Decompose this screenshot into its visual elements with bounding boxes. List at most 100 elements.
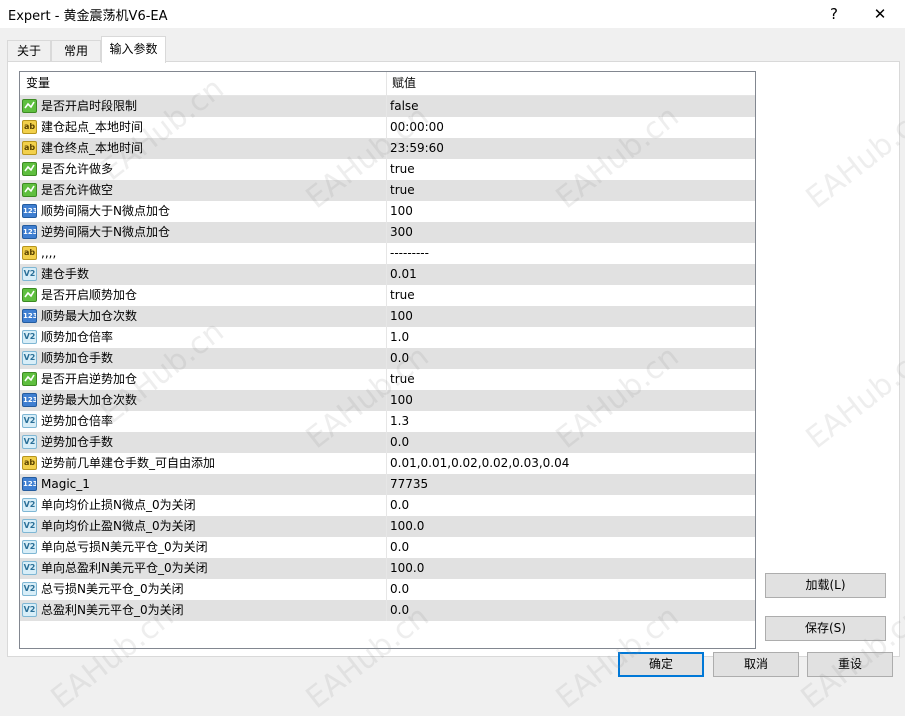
column-separator bbox=[386, 285, 387, 306]
parameter-value[interactable]: 0.0 bbox=[390, 495, 409, 516]
table-row[interactable]: V2 单向均价止盈N微点_0为关闭 100.0 bbox=[20, 516, 755, 537]
table-row[interactable]: 是否开启逆势加仓 true bbox=[20, 369, 755, 390]
table-row[interactable]: V2 逆势加仓倍率 1.3 bbox=[20, 411, 755, 432]
integer-type-icon: 123 bbox=[22, 309, 37, 323]
parameter-name: Magic_1 bbox=[41, 477, 90, 491]
table-row[interactable]: 是否开启顺势加仓 true bbox=[20, 285, 755, 306]
parameter-value[interactable]: 0.0 bbox=[390, 348, 409, 369]
parameter-value[interactable]: true bbox=[390, 369, 415, 390]
parameter-value[interactable]: 0.01 bbox=[390, 264, 417, 285]
column-separator bbox=[386, 180, 387, 201]
table-row[interactable]: ab 逆势前几单建仓手数_可自由添加 0.01,0.01,0.02,0.02,0.0… bbox=[20, 453, 755, 474]
string-type-icon: ab bbox=[22, 141, 37, 155]
parameter-name: 单向总盈利N美元平仓_0为关闭 bbox=[41, 561, 208, 575]
boolean-type-icon bbox=[22, 288, 37, 302]
column-header-variable[interactable]: 变量 bbox=[20, 72, 387, 95]
load-button[interactable]: 加载(L) bbox=[765, 573, 886, 598]
integer-type-icon: 123 bbox=[22, 393, 37, 407]
parameter-value[interactable]: 23:59:60 bbox=[390, 138, 444, 159]
boolean-type-icon bbox=[22, 183, 37, 197]
table-row[interactable]: V2 建仓手数 0.01 bbox=[20, 264, 755, 285]
parameter-value[interactable]: false bbox=[390, 96, 419, 117]
column-separator bbox=[386, 306, 387, 327]
parameter-name: 顺势加仓倍率 bbox=[41, 330, 114, 344]
parameter-value[interactable]: 100.0 bbox=[390, 558, 424, 579]
parameter-value[interactable]: 0.0 bbox=[390, 432, 409, 453]
column-header-value[interactable]: 赋值 bbox=[386, 72, 752, 95]
parameter-value[interactable]: 00:00:00 bbox=[390, 117, 444, 138]
parameter-value[interactable]: true bbox=[390, 180, 415, 201]
column-separator bbox=[386, 390, 387, 411]
tab-strip: 关于 常用 输入参数 bbox=[0, 36, 905, 63]
parameter-name: 建仓终点_本地时间 bbox=[41, 141, 144, 155]
table-row[interactable]: V2 逆势加仓手数 0.0 bbox=[20, 432, 755, 453]
column-separator bbox=[386, 411, 387, 432]
parameter-value[interactable]: 77735 bbox=[390, 474, 428, 495]
table-row[interactable]: V2 顺势加仓倍率 1.0 bbox=[20, 327, 755, 348]
parameter-value[interactable]: 1.0 bbox=[390, 327, 409, 348]
table-row[interactable]: V2 总亏损N美元平仓_0为关闭 0.0 bbox=[20, 579, 755, 600]
cancel-button[interactable]: 取消 bbox=[713, 652, 799, 677]
parameter-name: 总盈利N美元平仓_0为关闭 bbox=[41, 603, 184, 617]
integer-type-icon: 123 bbox=[22, 477, 37, 491]
double-type-icon: V2 bbox=[22, 435, 37, 449]
parameter-name: ,,,, bbox=[41, 246, 57, 260]
table-row[interactable]: 123 Magic_1 77735 bbox=[20, 474, 755, 495]
column-separator bbox=[386, 516, 387, 537]
reset-button[interactable]: 重设 bbox=[807, 652, 893, 677]
table-row[interactable]: V2 顺势加仓手数 0.0 bbox=[20, 348, 755, 369]
table-row[interactable]: ab 建仓起点_本地时间 00:00:00 bbox=[20, 117, 755, 138]
parameter-value[interactable]: true bbox=[390, 285, 415, 306]
column-separator bbox=[386, 222, 387, 243]
save-button[interactable]: 保存(S) bbox=[765, 616, 886, 641]
column-separator bbox=[386, 495, 387, 516]
parameter-name: 总亏损N美元平仓_0为关闭 bbox=[41, 582, 184, 596]
boolean-type-icon bbox=[22, 372, 37, 386]
parameter-value[interactable]: 100.0 bbox=[390, 516, 424, 537]
table-row[interactable]: 123 顺势间隔大于N微点加仓 100 bbox=[20, 201, 755, 222]
parameter-value[interactable]: 0.0 bbox=[390, 537, 409, 558]
column-separator bbox=[386, 537, 387, 558]
table-row[interactable]: 是否开启时段限制 false bbox=[20, 96, 755, 117]
table-row[interactable]: ab 建仓终点_本地时间 23:59:60 bbox=[20, 138, 755, 159]
parameter-name: 顺势加仓手数 bbox=[41, 351, 114, 365]
parameter-value[interactable]: true bbox=[390, 159, 415, 180]
parameter-value[interactable]: 100 bbox=[390, 201, 413, 222]
column-separator bbox=[386, 96, 387, 117]
double-type-icon: V2 bbox=[22, 330, 37, 344]
table-row[interactable]: V2 总盈利N美元平仓_0为关闭 0.0 bbox=[20, 600, 755, 621]
tab-about[interactable]: 关于 bbox=[7, 40, 51, 62]
column-separator bbox=[386, 474, 387, 495]
table-row[interactable]: 是否允许做空 true bbox=[20, 180, 755, 201]
double-type-icon: V2 bbox=[22, 540, 37, 554]
ok-button[interactable]: 确定 bbox=[618, 652, 704, 677]
table-row[interactable]: 123 顺势最大加仓次数 100 bbox=[20, 306, 755, 327]
parameter-value[interactable]: 100 bbox=[390, 390, 413, 411]
parameter-value[interactable]: 0.0 bbox=[390, 600, 409, 621]
column-separator bbox=[386, 159, 387, 180]
parameter-value[interactable]: 300 bbox=[390, 222, 413, 243]
parameter-value[interactable]: 0.0 bbox=[390, 579, 409, 600]
table-row[interactable]: V2 单向总盈利N美元平仓_0为关闭 100.0 bbox=[20, 558, 755, 579]
parameter-name: 是否开启顺势加仓 bbox=[41, 288, 138, 302]
table-row[interactable]: V2 单向均价止损N微点_0为关闭 0.0 bbox=[20, 495, 755, 516]
parameter-name: 单向总亏损N美元平仓_0为关闭 bbox=[41, 540, 208, 554]
parameter-value[interactable]: 0.01,0.01,0.02,0.02,0.03,0.04 bbox=[390, 453, 569, 474]
help-button[interactable]: ? bbox=[814, 2, 854, 26]
table-row[interactable]: 123 逆势最大加仓次数 100 bbox=[20, 390, 755, 411]
integer-type-icon: 123 bbox=[22, 225, 37, 239]
tab-common[interactable]: 常用 bbox=[51, 40, 101, 62]
table-row[interactable]: V2 单向总亏损N美元平仓_0为关闭 0.0 bbox=[20, 537, 755, 558]
parameter-name: 单向均价止盈N微点_0为关闭 bbox=[41, 519, 196, 533]
tab-inputs[interactable]: 输入参数 bbox=[101, 36, 166, 63]
column-separator bbox=[386, 600, 387, 621]
table-row[interactable]: ab,,,, --------- bbox=[20, 243, 755, 264]
table-row[interactable]: 是否允许做多 true bbox=[20, 159, 755, 180]
parameter-value[interactable]: --------- bbox=[390, 243, 429, 264]
table-row[interactable]: 123 逆势间隔大于N微点加仓 300 bbox=[20, 222, 755, 243]
grid-header: 变量 赋值 bbox=[20, 72, 755, 96]
close-button[interactable]: ✕ bbox=[860, 2, 900, 26]
parameter-value[interactable]: 100 bbox=[390, 306, 413, 327]
double-type-icon: V2 bbox=[22, 414, 37, 428]
parameter-value[interactable]: 1.3 bbox=[390, 411, 409, 432]
